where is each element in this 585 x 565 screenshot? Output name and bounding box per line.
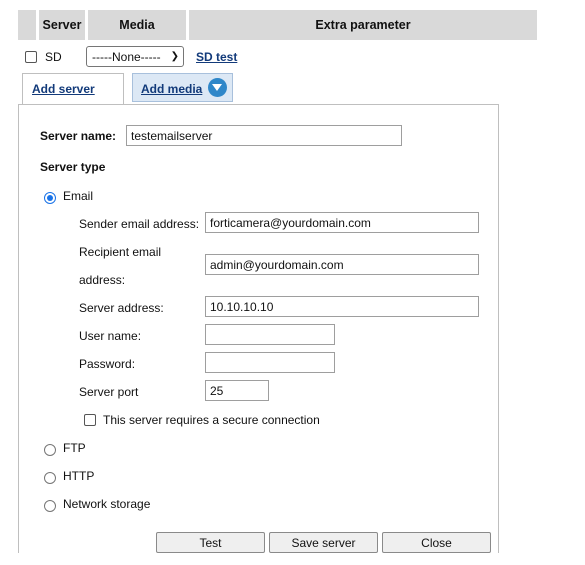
test-button[interactable]: Test xyxy=(156,532,265,553)
sd-test-link[interactable]: SD test xyxy=(196,50,237,64)
email-option-label: Email xyxy=(63,189,94,203)
server-port-input[interactable] xyxy=(205,380,269,401)
save-server-button[interactable]: Save server xyxy=(269,532,378,553)
sd-checkbox[interactable] xyxy=(25,51,37,63)
network-storage-option-label: Network storage xyxy=(63,497,151,511)
network-storage-radio[interactable] xyxy=(44,500,56,512)
server-name-label: Server name: xyxy=(40,129,117,143)
chevron-down-icon: ❯ xyxy=(170,51,179,62)
secure-connection-label: This server requires a secure connection xyxy=(103,413,320,427)
http-radio[interactable] xyxy=(44,472,56,484)
media-select[interactable]: -----None----- ❯ xyxy=(86,46,184,67)
close-button[interactable]: Close xyxy=(382,532,491,553)
dropdown-arrow-icon[interactable] xyxy=(208,78,227,97)
http-option-label: HTTP xyxy=(63,469,95,483)
sender-email-label: Sender email address: xyxy=(79,217,200,231)
server-address-label: Server address: xyxy=(79,301,164,315)
email-radio[interactable] xyxy=(44,192,56,204)
sender-email-input[interactable] xyxy=(205,212,479,233)
server-name-input[interactable] xyxy=(126,125,402,146)
sd-label: SD xyxy=(45,50,62,64)
header-blank-cell xyxy=(18,10,36,40)
server-port-label: Server port xyxy=(79,385,139,399)
tab-add-server-label[interactable]: Add server xyxy=(32,82,95,96)
password-input[interactable] xyxy=(205,352,335,373)
recipient-email-label-line2: address: xyxy=(79,273,126,287)
tab-add-media-label[interactable]: Add media xyxy=(141,82,202,96)
user-name-label: User name: xyxy=(79,329,142,343)
recipient-email-label-line1: Recipient email xyxy=(79,245,162,259)
secure-connection-checkbox[interactable] xyxy=(84,414,96,426)
recipient-email-input[interactable] xyxy=(205,254,479,275)
header-media: Media xyxy=(88,10,186,40)
password-label: Password: xyxy=(79,357,136,371)
ftp-radio[interactable] xyxy=(44,444,56,456)
header-server: Server xyxy=(39,10,85,40)
header-extra-parameter: Extra parameter xyxy=(189,10,537,40)
ftp-option-label: FTP xyxy=(63,441,86,455)
user-name-input[interactable] xyxy=(205,324,335,345)
server-address-input[interactable] xyxy=(205,296,479,317)
media-select-value: -----None----- xyxy=(92,49,161,64)
server-type-label: Server type xyxy=(40,160,106,174)
